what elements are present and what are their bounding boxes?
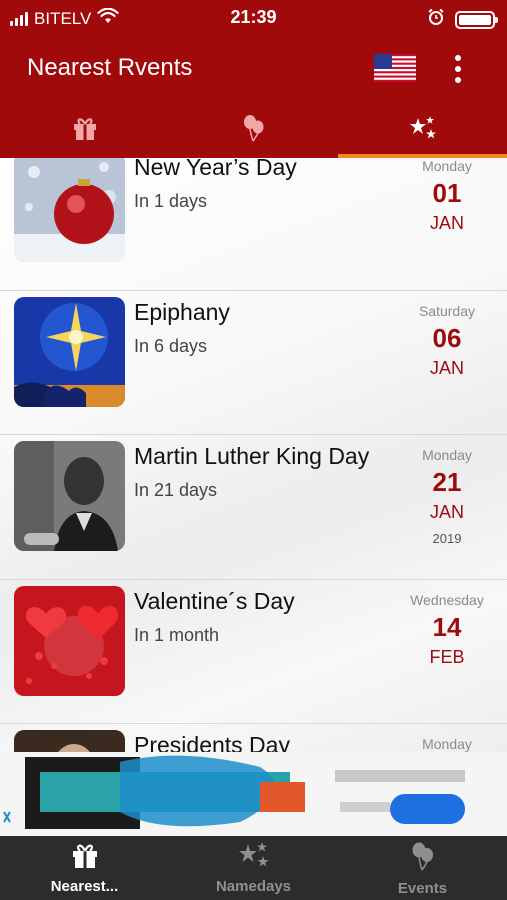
balloons-icon bbox=[241, 113, 267, 148]
stars-icon bbox=[237, 840, 271, 875]
event-title: Epiphany bbox=[134, 298, 230, 325]
event-title: New Year’s Day bbox=[134, 158, 297, 180]
bottom-tab-label: Nearest... bbox=[50, 878, 119, 895]
menu-dot bbox=[455, 77, 461, 83]
event-countdown: In 1 days bbox=[134, 191, 208, 211]
event-date: Monday 01 JAN bbox=[395, 158, 499, 234]
event-day: 14 bbox=[432, 611, 462, 642]
bottom-tab-nearest[interactable]: Nearest... bbox=[0, 836, 169, 900]
event-date: Monday 21 JAN 2019 bbox=[395, 447, 499, 546]
bottom-tab-label: Namedays bbox=[215, 878, 292, 895]
bottom-tab-namedays[interactable]: Namedays bbox=[169, 836, 338, 900]
event-day: 01 bbox=[432, 178, 462, 208]
event-image bbox=[14, 730, 125, 752]
app-header: Nearest Rvents bbox=[0, 36, 507, 102]
bottom-tab-events[interactable]: Events bbox=[338, 836, 507, 900]
event-weekday: Monday bbox=[422, 736, 472, 752]
event-weekday: Monday bbox=[422, 447, 472, 463]
top-tab-bar bbox=[0, 102, 507, 158]
event-day: 06 bbox=[432, 322, 462, 353]
events-list[interactable]: New Year’s Day In 1 days Monday 01 JAN E… bbox=[0, 158, 507, 752]
event-row[interactable]: Epiphany In 6 days Saturday 06 JAN bbox=[0, 291, 507, 435]
tab-namedays[interactable] bbox=[338, 102, 507, 158]
event-weekday: Wednesday bbox=[410, 591, 484, 608]
event-month: JAN bbox=[429, 357, 464, 378]
ad-banner[interactable] bbox=[0, 752, 507, 836]
stars-icon bbox=[408, 114, 438, 147]
menu-dot bbox=[455, 55, 461, 61]
us-flag-icon[interactable] bbox=[374, 54, 416, 82]
event-weekday: Monday bbox=[422, 158, 472, 174]
status-right bbox=[427, 8, 498, 31]
bottom-tab-label: Events bbox=[397, 880, 448, 897]
event-month: JAN bbox=[429, 213, 464, 233]
event-month: FEB bbox=[429, 646, 465, 667]
alarm-icon bbox=[427, 8, 445, 31]
menu-dot bbox=[455, 66, 461, 72]
event-date: Wednesday 14 FEB bbox=[395, 592, 499, 668]
tab-events[interactable] bbox=[169, 102, 338, 158]
event-image bbox=[14, 158, 125, 262]
status-bar: BITELV 21:39 bbox=[0, 0, 507, 36]
battery-icon bbox=[455, 10, 498, 29]
event-countdown: In 6 days bbox=[134, 335, 208, 356]
event-image bbox=[14, 441, 125, 551]
event-date: Monday bbox=[395, 736, 499, 752]
tab-nearest[interactable] bbox=[0, 102, 169, 158]
event-image bbox=[14, 296, 125, 407]
event-row[interactable]: New Year’s Day In 1 days Monday 01 JAN bbox=[0, 158, 507, 291]
balloons-icon bbox=[409, 840, 437, 877]
event-row[interactable]: Martin Luther King Day In 21 days Monday… bbox=[0, 435, 507, 580]
event-countdown: In 1 month bbox=[134, 624, 220, 645]
gift-icon bbox=[70, 840, 100, 875]
bottom-tab-bar: Nearest... Namedays Events bbox=[0, 836, 507, 900]
event-year: 2019 bbox=[432, 531, 462, 546]
event-row[interactable]: Presidents Day Monday bbox=[0, 724, 507, 752]
event-date: Saturday 06 JAN bbox=[395, 303, 499, 379]
event-weekday: Saturday bbox=[418, 302, 476, 319]
event-row[interactable]: Valentine´s Day In 1 month Wednesday 14 … bbox=[0, 580, 507, 724]
event-title: Presidents Day bbox=[134, 732, 290, 752]
event-image bbox=[14, 585, 125, 696]
gift-icon bbox=[71, 114, 99, 147]
more-options-button[interactable] bbox=[444, 51, 472, 87]
event-day: 21 bbox=[432, 467, 462, 497]
page-title: Nearest Rvents bbox=[27, 54, 193, 81]
event-countdown: In 21 days bbox=[134, 480, 218, 500]
event-title: Valentine´s Day bbox=[134, 587, 295, 614]
event-month: JAN bbox=[429, 502, 464, 522]
event-title: Martin Luther King Day bbox=[134, 443, 370, 469]
